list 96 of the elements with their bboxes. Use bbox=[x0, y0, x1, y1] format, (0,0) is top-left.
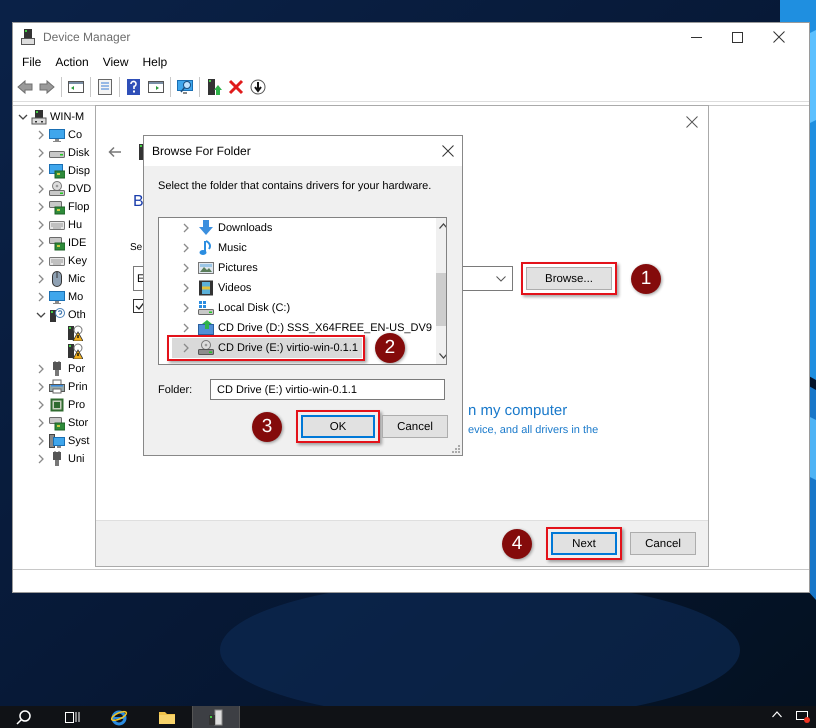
tree-item[interactable]: Por bbox=[68, 363, 86, 375]
tree-item[interactable]: Stor bbox=[68, 417, 88, 429]
dialog-title: Browse For Folder bbox=[152, 144, 251, 158]
tree-item[interactable]: Oth bbox=[68, 309, 86, 321]
folder-item[interactable]: Local Disk (C:) bbox=[172, 298, 294, 318]
forward-arrow-icon[interactable] bbox=[39, 79, 55, 95]
input-field[interactable]: CD Drive (E:) virtio-win-0.1.1 bbox=[210, 379, 445, 400]
tree-item[interactable]: Co bbox=[68, 129, 82, 141]
search-icon[interactable] bbox=[16, 709, 32, 725]
task-view-icon[interactable] bbox=[64, 709, 80, 725]
scroll-down-icon[interactable] bbox=[438, 353, 446, 359]
monitor-icon bbox=[49, 127, 65, 143]
computer-icon bbox=[21, 29, 35, 45]
heading: B bbox=[133, 192, 144, 212]
link[interactable]: n my computer bbox=[468, 401, 708, 421]
panel-icon[interactable] bbox=[68, 79, 84, 95]
step-badge: 2 bbox=[374, 333, 405, 363]
tree-item[interactable]: Disp bbox=[68, 165, 90, 177]
drive-arrow-icon bbox=[198, 320, 214, 336]
close-icon[interactable] bbox=[442, 145, 454, 157]
resize-grip-icon[interactable] bbox=[452, 445, 460, 453]
properties-icon[interactable] bbox=[97, 79, 113, 95]
mouse-icon bbox=[49, 271, 65, 287]
close-icon[interactable] bbox=[686, 116, 698, 128]
help-icon[interactable] bbox=[126, 79, 142, 95]
field-label: Se bbox=[130, 241, 142, 255]
music-note-icon bbox=[198, 240, 214, 256]
maximize-icon[interactable] bbox=[732, 32, 743, 42]
film-icon bbox=[198, 280, 214, 296]
tree-item[interactable]: IDE bbox=[68, 237, 86, 249]
computer-icon[interactable] bbox=[207, 709, 225, 727]
tree-item[interactable]: DVD bbox=[68, 183, 92, 195]
down-arrow-icon bbox=[198, 220, 214, 236]
disc-drive-icon bbox=[198, 340, 214, 356]
monitor-magnifier-icon[interactable] bbox=[177, 79, 193, 95]
drive-board-icon bbox=[49, 415, 65, 431]
tree-item[interactable]: Flop bbox=[68, 201, 90, 213]
image-icon bbox=[198, 260, 214, 276]
tree-item[interactable]: Disk bbox=[68, 147, 90, 159]
menu-item[interactable]: Action bbox=[48, 55, 96, 69]
button[interactable]: Next bbox=[551, 532, 617, 555]
monitor-tower-icon bbox=[49, 433, 65, 449]
device-question-icon bbox=[49, 307, 65, 323]
step-badge: 1 bbox=[631, 264, 661, 294]
button[interactable]: OK bbox=[301, 415, 375, 438]
tree-item[interactable]: Mo bbox=[68, 291, 84, 303]
folder-item[interactable]: Videos bbox=[172, 278, 256, 298]
folder-item[interactable]: Pictures bbox=[172, 258, 262, 278]
chip-icon bbox=[49, 397, 65, 413]
computer-icon bbox=[31, 109, 47, 125]
tree-item[interactable]: Uni bbox=[68, 453, 85, 465]
network-icon[interactable] bbox=[796, 711, 810, 723]
drive-board-icon bbox=[49, 199, 65, 215]
taskbar-button[interactable] bbox=[192, 706, 240, 728]
step-badge: 3 bbox=[252, 412, 282, 442]
drive-board-icon bbox=[49, 235, 65, 251]
menu-item[interactable]: File bbox=[15, 55, 48, 69]
instruction-text: Select the folder that contains drivers for your hardware. bbox=[158, 179, 432, 193]
menu-item[interactable]: View bbox=[96, 55, 136, 69]
menu-item[interactable]: Help bbox=[136, 55, 174, 69]
printer-icon bbox=[49, 379, 65, 395]
tree-item[interactable]: Hu bbox=[68, 219, 82, 231]
drive-icon bbox=[198, 300, 214, 316]
folder-item[interactable]: CD Drive (E:) virtio-win-0.1.1 bbox=[172, 338, 362, 358]
close-icon[interactable] bbox=[773, 31, 785, 43]
back-arrow-icon[interactable] bbox=[108, 146, 122, 158]
cross-icon[interactable] bbox=[228, 79, 244, 95]
folder-icon[interactable] bbox=[159, 709, 177, 727]
button[interactable]: Cancel bbox=[630, 532, 696, 555]
tree-item[interactable]: Syst bbox=[68, 435, 90, 447]
check-icon bbox=[135, 301, 145, 311]
caret-icon[interactable] bbox=[496, 276, 506, 282]
field-label: Folder: bbox=[158, 384, 194, 396]
monitor-icon bbox=[49, 289, 65, 305]
folder-item[interactable]: Music bbox=[172, 238, 251, 258]
scroll-up-icon[interactable] bbox=[438, 223, 446, 229]
step-badge: 4 bbox=[502, 528, 532, 558]
browser-icon[interactable] bbox=[111, 709, 129, 727]
tree-item[interactable]: Mic bbox=[68, 273, 86, 285]
down-arrow-circle-icon[interactable] bbox=[250, 79, 266, 95]
button[interactable]: Cancel bbox=[382, 415, 448, 438]
back-arrow-icon[interactable] bbox=[17, 79, 33, 95]
button[interactable]: Browse... bbox=[526, 267, 612, 290]
tree-item[interactable]: WIN-M bbox=[50, 111, 84, 123]
chevron-up-icon[interactable] bbox=[772, 711, 782, 718]
device-arrow-icon[interactable] bbox=[206, 79, 222, 95]
scrollbar[interactable] bbox=[436, 218, 446, 364]
monitor-board-icon bbox=[49, 163, 65, 179]
description: evice, and all drivers in the bbox=[468, 423, 600, 438]
disc-drive-icon bbox=[49, 181, 65, 197]
panel-icon[interactable] bbox=[148, 79, 164, 95]
folder-item[interactable]: Downloads bbox=[172, 218, 276, 238]
tree-item[interactable]: Key bbox=[68, 255, 87, 267]
tree-item[interactable]: Prin bbox=[68, 381, 88, 393]
window-title: Device Manager bbox=[43, 30, 130, 44]
tree-item[interactable]: Pro bbox=[68, 399, 86, 411]
